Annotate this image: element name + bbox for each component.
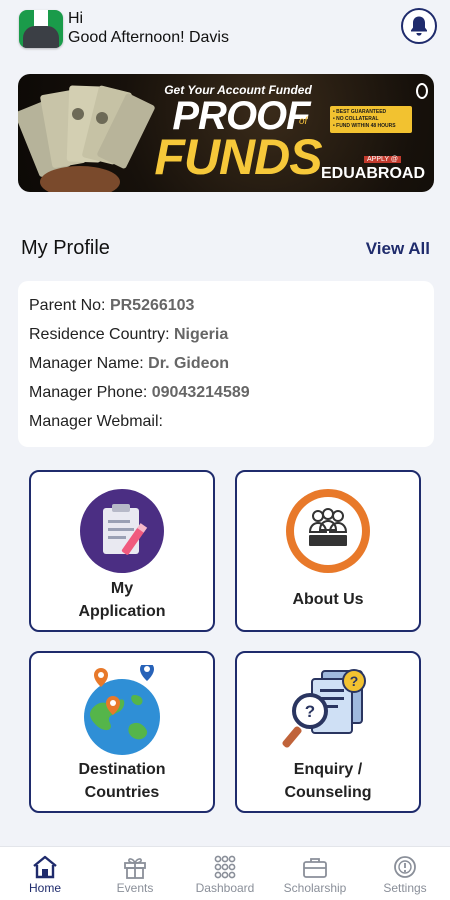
profile-value: 09043214589 — [151, 384, 250, 401]
about-us-card[interactable]: About Us — [235, 470, 421, 632]
nav-label: Home — [28, 881, 61, 895]
cash-fan-illustration — [18, 85, 155, 192]
card-label: About Us — [292, 591, 364, 608]
briefcase-icon — [303, 858, 327, 878]
destination-countries-card[interactable]: Destination Countries — [29, 651, 215, 813]
profile-row-manager-webmail: Manager Webmail: — [29, 413, 163, 430]
banner-bullet: • BEST GUARANTEED — [333, 109, 387, 115]
card-label: Counseling — [284, 784, 372, 801]
app-header: Hi Good Afternoon! Davis — [0, 0, 450, 64]
nav-settings[interactable]: Settings — [360, 847, 450, 900]
bell-icon — [411, 16, 427, 36]
banner-bullet: • NO COLLATERAL — [333, 116, 379, 122]
globe-pins-icon — [84, 665, 160, 755]
profile-row-parent-no: Parent No: PR5266103 — [29, 297, 195, 314]
profile-row-manager-name: Manager Name: Dr. Gideon — [29, 355, 230, 372]
promo-banner[interactable]: Get Your Account Funded PROOF of FUNDS •… — [18, 74, 434, 192]
settings-icon — [394, 856, 416, 878]
nav-label: Events — [116, 881, 154, 895]
card-label: Destination — [78, 761, 166, 778]
banner-brand: EDUABROAD — [321, 165, 425, 182]
svg-text:?: ? — [305, 702, 315, 721]
about-us-icon — [286, 489, 370, 573]
my-application-card[interactable]: My Application — [29, 470, 215, 632]
home-icon — [33, 855, 57, 879]
nav-dashboard[interactable]: Dashboard — [180, 847, 270, 900]
gift-icon — [124, 858, 146, 879]
notifications-button[interactable] — [401, 8, 437, 44]
profile-value: Nigeria — [173, 326, 229, 343]
banner-apply-label: APPLY @ — [364, 156, 401, 163]
card-label: My — [110, 580, 134, 597]
banner-headline-funds: FUNDS — [154, 129, 322, 185]
nav-home[interactable]: Home — [0, 847, 90, 900]
enquiry-magnifier-icon: ? ? — [282, 669, 366, 748]
view-all-link[interactable]: View All — [366, 239, 430, 259]
enquiry-counseling-card[interactable]: ? ? Enquiry / Counseling — [235, 651, 421, 813]
nav-events[interactable]: Events — [90, 847, 180, 900]
clipboard-pen-icon — [80, 489, 164, 573]
card-label: Application — [78, 603, 166, 620]
nav-scholarship[interactable]: Scholarship — [270, 847, 360, 900]
svg-text:?: ? — [350, 673, 359, 689]
profile-value: Dr. Gideon — [148, 355, 230, 372]
brand-logo-icon — [416, 83, 428, 99]
greeting-message: Good Afternoon! Davis — [68, 29, 229, 46]
grid-icon — [214, 855, 236, 879]
banner-bullet: • FUND WITHIN 48 HOURS — [333, 123, 396, 129]
user-avatar[interactable] — [19, 10, 63, 48]
card-label: Enquiry / — [293, 761, 363, 778]
banner-bullet-list: • BEST GUARANTEED • NO COLLATERAL • FUND… — [330, 106, 412, 133]
profile-row-manager-phone: Manager Phone: 09043214589 — [29, 384, 250, 401]
card-label: Countries — [84, 784, 160, 801]
profile-value: PR5266103 — [109, 297, 195, 314]
greeting-text: Hi — [68, 10, 84, 27]
bottom-nav: Home Events Dashboard Scholarship Settin… — [0, 846, 450, 900]
nav-label: Scholarship — [283, 881, 347, 895]
nav-label: Settings — [383, 881, 427, 895]
section-title: My Profile — [21, 237, 110, 259]
banner-headline-of: of — [299, 116, 308, 127]
nav-label: Dashboard — [195, 881, 255, 895]
profile-row-residence-country: Residence Country: Nigeria — [29, 326, 229, 343]
profile-card: Parent No: PR5266103 Residence Country: … — [18, 281, 434, 447]
